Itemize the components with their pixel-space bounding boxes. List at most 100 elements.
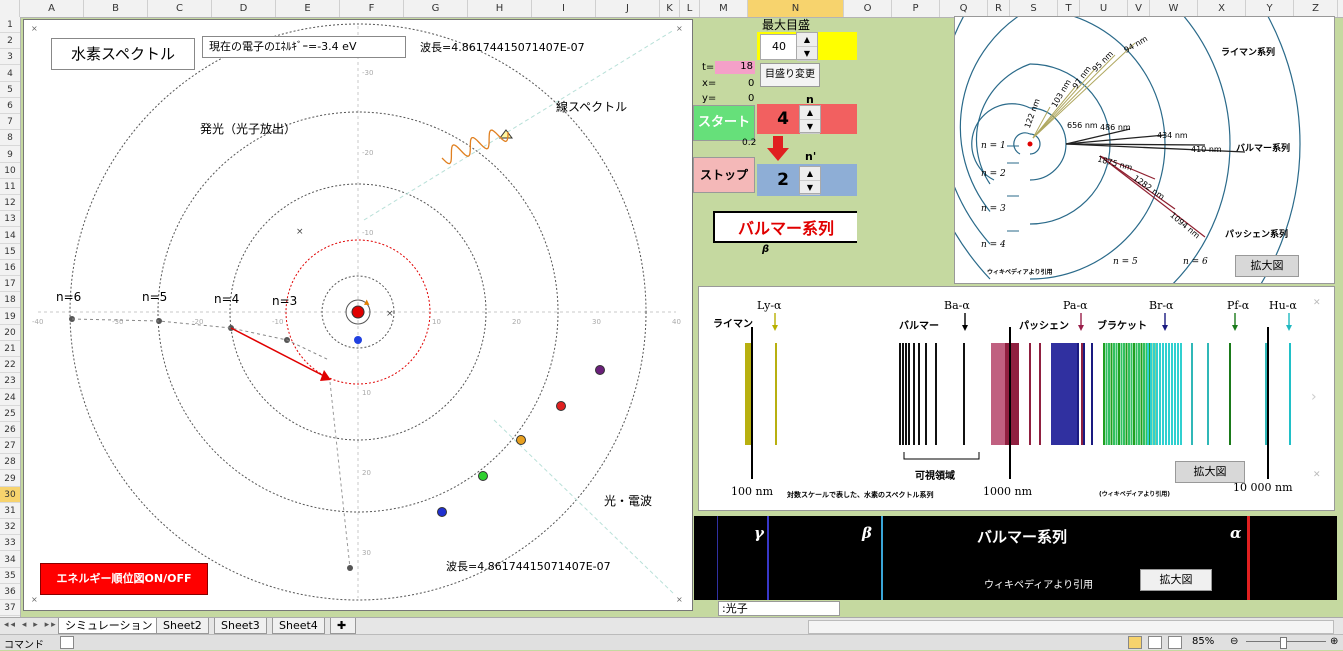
column-header-n[interactable]: N — [748, 0, 844, 17]
row-header-35[interactable]: 35 — [0, 568, 20, 584]
page-break-icon[interactable] — [1168, 636, 1182, 649]
column-header-o[interactable]: O — [844, 0, 892, 17]
row-header-13[interactable]: 13 — [0, 211, 20, 228]
photon-cell[interactable]: :光子 — [718, 601, 840, 616]
n-value[interactable]: 4 — [768, 106, 798, 132]
row-header-18[interactable]: 18 — [0, 292, 20, 309]
zoom-in-icon[interactable]: ⊕ — [1330, 636, 1338, 647]
n-spinner[interactable]: ▲ ▼ — [799, 105, 821, 134]
spectrum-zoom-button[interactable]: 拡大図 — [1175, 461, 1245, 483]
column-header-s[interactable]: S — [1010, 0, 1058, 17]
column-header-d[interactable]: D — [212, 0, 276, 17]
row-header-22[interactable]: 22 — [0, 357, 20, 374]
spin-down-icon[interactable]: ▼ — [800, 120, 820, 134]
brackett-line — [1069, 343, 1071, 445]
row-header-2[interactable]: 2 — [0, 33, 20, 50]
column-header-v[interactable]: V — [1128, 0, 1150, 17]
row-header-3[interactable]: 3 — [0, 49, 20, 66]
column-header-i[interactable]: I — [532, 0, 596, 17]
energy-level-toggle-button[interactable]: エネルギー順位図ON/OFF — [40, 563, 208, 595]
row-header-17[interactable]: 17 — [0, 276, 20, 293]
horizontal-scrollbar[interactable] — [808, 620, 1334, 634]
spin-up-icon[interactable]: ▲ — [797, 33, 817, 47]
column-header-f[interactable]: F — [340, 0, 404, 17]
row-header-33[interactable]: 33 — [0, 535, 20, 552]
spin-up-icon[interactable]: ▲ — [800, 167, 820, 181]
row-header-16[interactable]: 16 — [0, 260, 20, 276]
balmer-zoom-button[interactable]: 拡大図 — [1140, 569, 1212, 591]
column-header-j[interactable]: J — [596, 0, 660, 17]
macro-record-icon[interactable] — [60, 636, 74, 649]
row-header-25[interactable]: 25 — [0, 406, 20, 422]
row-header-12[interactable]: 12 — [0, 195, 20, 212]
column-header-g[interactable]: G — [404, 0, 468, 17]
new-sheet-icon[interactable]: ✚ — [330, 618, 356, 634]
row-header-14[interactable]: 14 — [0, 228, 20, 244]
column-header-h[interactable]: H — [468, 0, 532, 17]
row-header-23[interactable]: 23 — [0, 373, 20, 390]
normal-view-icon[interactable] — [1128, 636, 1142, 649]
row-header-26[interactable]: 26 — [0, 422, 20, 438]
tab-scroll-arrows-icon[interactable]: ◂◂ ◂ ▸ ▸▸ — [4, 620, 58, 630]
zoom-out-icon[interactable]: ⊖ — [1230, 636, 1238, 647]
column-header-z[interactable]: Z — [1294, 0, 1338, 17]
row-header-5[interactable]: 5 — [0, 82, 20, 98]
row-header-31[interactable]: 31 — [0, 503, 20, 519]
row-header-24[interactable]: 24 — [0, 390, 20, 406]
column-header-k[interactable]: K — [660, 0, 680, 17]
row-header-9[interactable]: 9 — [0, 147, 20, 163]
stop-button[interactable]: ストップ — [693, 157, 755, 193]
column-header-q[interactable]: Q — [940, 0, 988, 17]
spin-down-icon[interactable]: ▼ — [797, 47, 817, 61]
row-header-4[interactable]: 4 — [0, 66, 20, 82]
column-header-e[interactable]: E — [276, 0, 340, 17]
row-header-21[interactable]: 21 — [0, 341, 20, 357]
row-header-30[interactable]: 30 — [0, 486, 20, 503]
row-header-27[interactable]: 27 — [0, 438, 20, 455]
max-scale-value[interactable]: 40 — [760, 34, 798, 60]
tab-sheet3[interactable]: Sheet3 — [214, 618, 267, 634]
column-header-c[interactable]: C — [148, 0, 212, 17]
select-all-corner[interactable] — [0, 0, 20, 17]
row-header-36[interactable]: 36 — [0, 584, 20, 600]
column-header-u[interactable]: U — [1080, 0, 1128, 17]
column-header-y[interactable]: Y — [1246, 0, 1294, 17]
diagram-zoom-button[interactable]: 拡大図 — [1235, 255, 1299, 277]
column-header-l[interactable]: L — [680, 0, 700, 17]
column-header-r[interactable]: R — [988, 0, 1010, 17]
row-header-29[interactable]: 29 — [0, 471, 20, 487]
tab-sheet4[interactable]: Sheet4 — [272, 618, 325, 634]
column-header-b[interactable]: B — [84, 0, 148, 17]
column-header-w[interactable]: W — [1150, 0, 1198, 17]
column-header-a[interactable]: A — [20, 0, 84, 17]
row-header-bar: 1 2 3 4 5 6 7 8 9 10 11 12 13 14 15 16 17 18 19 20 21 22 23 24 2… — [0, 17, 21, 617]
row-header-20[interactable]: 20 — [0, 325, 20, 341]
row-header-1[interactable]: 1 — [0, 17, 20, 33]
row-header-28[interactable]: 28 — [0, 454, 20, 471]
row-header-10[interactable]: 10 — [0, 163, 20, 179]
row-header-15[interactable]: 15 — [0, 244, 20, 260]
row-header-6[interactable]: 6 — [0, 98, 20, 114]
row-header-7[interactable]: 7 — [0, 114, 20, 131]
row-header-19[interactable]: 19 — [0, 309, 20, 325]
page-layout-icon[interactable] — [1148, 636, 1162, 649]
scale-change-button[interactable]: 目盛り変更 — [760, 63, 820, 87]
tab-sheet2[interactable]: Sheet2 — [156, 618, 209, 634]
row-header-11[interactable]: 11 — [0, 179, 20, 195]
n-prime-spinner[interactable]: ▲ ▼ — [799, 166, 821, 195]
column-header-x[interactable]: X — [1198, 0, 1246, 17]
column-header-p[interactable]: P — [892, 0, 940, 17]
column-header-m[interactable]: M — [700, 0, 748, 17]
tab-simulation[interactable]: シミュレーション — [58, 618, 160, 634]
spin-up-icon[interactable]: ▲ — [800, 106, 820, 120]
max-scale-spinner[interactable]: ▲ ▼ — [796, 32, 818, 61]
row-header-32[interactable]: 32 — [0, 519, 20, 536]
start-button[interactable]: スタート — [693, 105, 755, 141]
n-prime-value[interactable]: 2 — [768, 167, 798, 193]
row-header-8[interactable]: 8 — [0, 130, 20, 147]
row-header-34[interactable]: 34 — [0, 552, 20, 568]
spin-down-icon[interactable]: ▼ — [800, 181, 820, 195]
zoom-slider-thumb[interactable] — [1280, 637, 1287, 649]
column-header-t[interactable]: T — [1058, 0, 1080, 17]
row-header-37[interactable]: 37 — [0, 600, 20, 617]
